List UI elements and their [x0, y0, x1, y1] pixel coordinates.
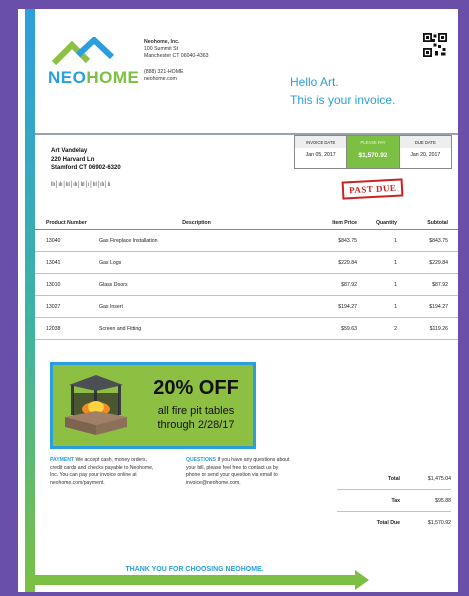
product-number: 12038 — [46, 325, 61, 332]
product-number: 13010 — [46, 281, 61, 288]
invoice-page: NEOHOME Neohome, Inc. 100 Summit St Manc… — [18, 9, 458, 592]
product-description: Gas Fireplace Installation — [99, 237, 158, 244]
greeting-line2: This is your invoice. — [290, 93, 396, 107]
total-due-row: Total Due $1,570.92 — [337, 512, 451, 533]
promo-line1: all fire pit tables — [157, 405, 235, 417]
please-pay-cell: PLEASE PAY $1,570.92 — [347, 136, 400, 168]
promo-line2: through 2/28/17 — [157, 419, 235, 431]
item-price: $87.92 — [341, 281, 357, 288]
header-subtotal: Subtotal — [427, 219, 448, 226]
total-due-value: $1,570.92 — [427, 519, 451, 526]
table-row: 12038 Screen and Fitting $59.63 2 $119.2… — [35, 318, 458, 340]
thank-you-message: THANK YOU FOR CHOOSING NEOHOME. — [125, 566, 264, 573]
company-address-line2: Manchester CT 06040-4363 — [144, 53, 209, 59]
promo-details: all fire pit tables through 2/28/17 — [141, 404, 251, 432]
line-items-table: Product Number Description Item Price Qu… — [35, 216, 458, 340]
left-accent-bar — [25, 9, 35, 592]
tax-value: $95.88 — [435, 497, 451, 504]
questions-label: QUESTIONS — [186, 457, 217, 463]
product-description: Screen and Fitting — [99, 325, 142, 332]
invoice-date-label: INVOICE DATE — [295, 136, 347, 148]
qr-code-icon — [423, 33, 447, 57]
customer-name: Art Vandelay — [51, 148, 88, 154]
item-price: $194.27 — [338, 303, 357, 310]
logo-wordmark: NEOHOME — [48, 68, 140, 87]
subtotal: $194.27 — [429, 303, 448, 310]
due-date-cell: DUE DATE Jan 20, 2017 — [399, 136, 451, 168]
table-row: 13027 Gas Insert $194.27 1 $194.27 — [35, 296, 458, 318]
invoice-date-value: Jan 05, 2017 — [305, 152, 336, 158]
please-pay-label: PLEASE PAY — [347, 136, 399, 148]
please-pay-amount: $1,570.92 — [358, 152, 388, 159]
header-description: Description — [182, 219, 211, 226]
due-date-value: Jan 20, 2017 — [410, 152, 441, 158]
invoice-date-cell: INVOICE DATE Jan 05, 2017 — [295, 136, 348, 168]
greeting-line1: Hello Art. — [290, 75, 339, 89]
greeting: Hello Art. This is your invoice. — [290, 73, 395, 109]
customer-city: Stamford CT 06902-6320 — [51, 165, 121, 171]
payment-label: PAYMENT — [50, 457, 75, 463]
bottom-accent-arrow — [25, 575, 355, 585]
postal-barcode: ǀǀı│ıǀı│ǀıǀ│ıǀı│ǀıǀ│ı│ǀıǀ│ıǀı│ǀı — [51, 182, 111, 188]
promo-headline: 20% OFF — [153, 377, 239, 399]
company-name: Neohome, Inc. — [144, 39, 180, 45]
total-label: Total — [387, 475, 400, 482]
quantity: 1 — [394, 259, 397, 266]
customer-address: Art Vandelay 220 Harvard Ln Stamford CT … — [51, 147, 121, 173]
past-due-stamp: PAST DUE — [341, 178, 404, 200]
totals-table: Total $1,475.04 Tax $95.88 Total Due $1,… — [337, 468, 451, 533]
arrow-head-icon — [355, 570, 369, 590]
fire-pit-table-icon — [65, 375, 127, 435]
total-due-label: Total Due — [376, 519, 400, 526]
header-item-price: Item Price — [332, 219, 357, 226]
header-quantity: Quantity — [375, 219, 397, 226]
promo-banner[interactable]: 20% OFF all fire pit tables through 2/28… — [50, 362, 256, 449]
customer-street: 220 Harvard Ln — [51, 156, 95, 163]
product-number: 13027 — [46, 303, 61, 310]
payment-info: PAYMENT We accept cash, money orders, cr… — [50, 457, 155, 487]
total-value: $1,475.04 — [427, 475, 451, 482]
subtotal: $87.92 — [432, 281, 448, 288]
tax-row: Tax $95.88 — [337, 490, 451, 512]
company-website: neohome.com — [144, 76, 177, 82]
company-logo: NEOHOME — [48, 37, 140, 88]
total-row: Total $1,475.04 — [337, 468, 451, 490]
product-description: Glass Doors — [99, 281, 128, 288]
questions-info: QUESTIONS If you have any questions abou… — [186, 457, 291, 487]
table-row: 13041 Gas Logs $229.84 1 $229.84 — [35, 252, 458, 274]
product-number: 13040 — [46, 237, 61, 244]
table-row: 13040 Gas Fireplace Installation $843.75… — [35, 230, 458, 252]
subtotal: $229.84 — [429, 259, 448, 266]
invoice-info-box: INVOICE DATE Jan 05, 2017 PLEASE PAY $1,… — [294, 135, 452, 169]
item-price: $59.63 — [341, 325, 357, 332]
table-header: Product Number Description Item Price Qu… — [35, 216, 458, 230]
quantity: 1 — [394, 281, 397, 288]
subtotal: $843.75 — [429, 237, 448, 244]
table-row: 13010 Glass Doors $87.92 1 $87.92 — [35, 274, 458, 296]
company-address-line1: 100 Summit St — [144, 46, 179, 52]
quantity: 2 — [394, 325, 397, 332]
company-address: Neohome, Inc. 100 Summit St Manchester C… — [144, 39, 209, 83]
item-price: $229.84 — [338, 259, 357, 266]
item-price: $843.75 — [338, 237, 357, 244]
company-phone: (888) 321-HOME — [144, 69, 184, 75]
product-description: Gas Logs — [99, 259, 122, 266]
quantity: 1 — [394, 303, 397, 310]
due-date-label: DUE DATE — [399, 136, 451, 148]
quantity: 1 — [394, 237, 397, 244]
header-product-number: Product Number — [46, 219, 87, 226]
subtotal: $119.26 — [429, 325, 448, 332]
tax-label: Tax — [391, 497, 400, 504]
product-number: 13041 — [46, 259, 61, 266]
product-description: Gas Insert — [99, 303, 123, 310]
house-roof-icon — [52, 37, 114, 65]
